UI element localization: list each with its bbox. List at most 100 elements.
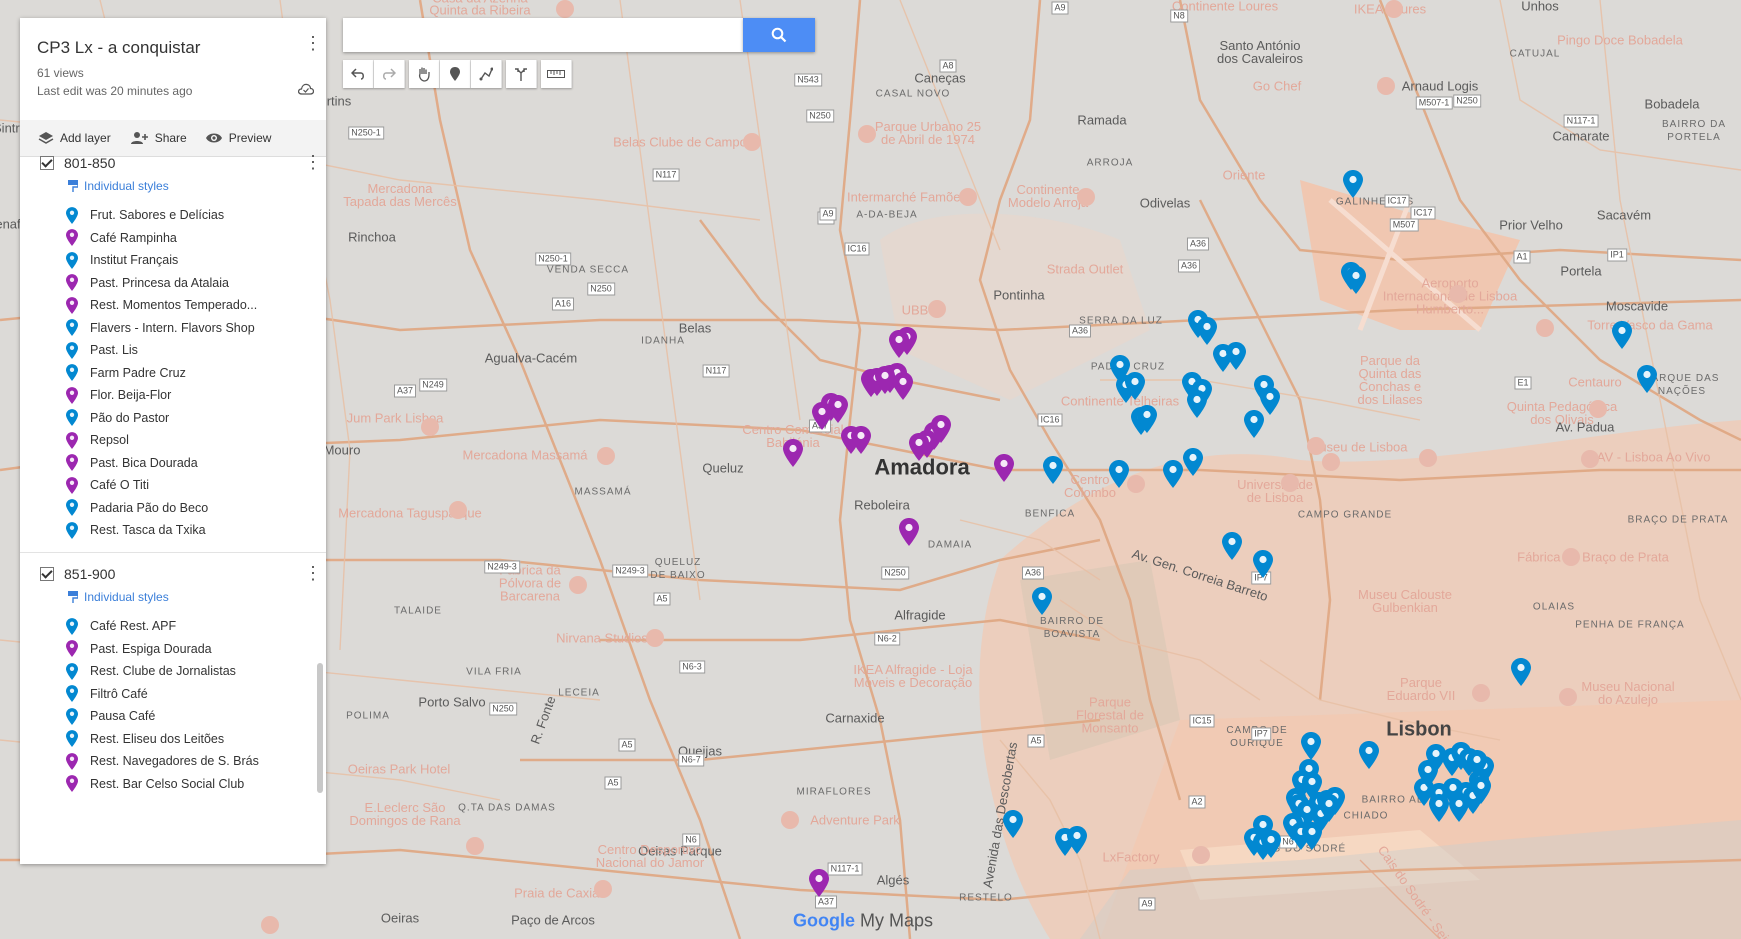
blue-map-pin[interactable]: [1429, 794, 1451, 824]
layer-options-menu-icon[interactable]: ⋮: [304, 564, 322, 582]
purple-map-pin[interactable]: [809, 869, 831, 899]
blue-map-pin[interactable]: [1418, 760, 1440, 790]
map-poi-icon[interactable]: [1559, 688, 1577, 706]
blue-map-pin[interactable]: [1244, 410, 1266, 440]
map-poi-icon[interactable]: [959, 188, 977, 206]
layer-list-item[interactable]: Café Rampinha: [66, 229, 177, 247]
blue-map-pin[interactable]: [1222, 532, 1244, 562]
layer-list-item[interactable]: Past. Lis: [66, 341, 138, 359]
purple-map-pin[interactable]: [893, 372, 915, 402]
add-marker-button[interactable]: [440, 60, 471, 88]
layer-options-menu-icon[interactable]: ⋮: [304, 153, 322, 171]
map-poi-icon[interactable]: [1377, 77, 1395, 95]
redo-button[interactable]: [374, 60, 405, 88]
layer-list-item[interactable]: Past. Princesa da Atalaia: [66, 274, 229, 292]
search-input[interactable]: [343, 18, 743, 52]
map-poi-icon[interactable]: [1385, 0, 1403, 18]
purple-map-pin[interactable]: [889, 330, 911, 360]
blue-map-pin[interactable]: [1125, 372, 1147, 402]
blue-map-pin[interactable]: [1471, 776, 1493, 806]
purple-map-pin[interactable]: [783, 439, 805, 469]
layer-list-item[interactable]: Past. Espiga Dourada: [66, 640, 212, 658]
map-poi-icon[interactable]: [261, 916, 279, 934]
blue-map-pin[interactable]: [1359, 741, 1381, 771]
blue-map-pin[interactable]: [1043, 456, 1065, 486]
blue-map-pin[interactable]: [1137, 405, 1159, 435]
blue-map-pin[interactable]: [1612, 321, 1634, 351]
blue-map-pin[interactable]: [1183, 448, 1205, 478]
map-poi-icon[interactable]: [1419, 449, 1437, 467]
map-poi-icon[interactable]: [1322, 453, 1340, 471]
layer-list-item[interactable]: Rest. Navegadores de S. Brás: [66, 752, 259, 770]
map-poi-icon[interactable]: [928, 300, 946, 318]
blue-map-pin[interactable]: [1343, 170, 1365, 200]
layer-list-item[interactable]: Flavers - Intern. Flavors Shop: [66, 319, 255, 337]
map-poi-icon[interactable]: [1472, 684, 1490, 702]
blue-map-pin[interactable]: [1253, 815, 1275, 845]
blue-map-pin[interactable]: [1319, 794, 1341, 824]
layer-list-item[interactable]: Institut Français: [66, 251, 178, 269]
layer-list-item[interactable]: Rest. Clube de Jornalistas: [66, 662, 236, 680]
layer-list-item[interactable]: Rest. Eliseu dos Leitões: [66, 730, 224, 748]
layer-list-item[interactable]: Flor. Beija-Flor: [66, 386, 171, 404]
map-poi-icon[interactable]: [597, 447, 615, 465]
blue-map-pin[interactable]: [1163, 460, 1185, 490]
layer-list-item[interactable]: Rest. Momentos Temperado...: [66, 296, 257, 314]
map-poi-icon[interactable]: [1581, 450, 1599, 468]
blue-map-pin[interactable]: [1346, 266, 1368, 296]
map-poi-icon[interactable]: [781, 811, 799, 829]
blue-map-pin[interactable]: [1511, 658, 1533, 688]
purple-map-pin[interactable]: [931, 415, 953, 445]
purple-map-pin[interactable]: [851, 426, 873, 456]
map-poi-icon[interactable]: [569, 576, 587, 594]
measure-button[interactable]: [541, 60, 572, 88]
layer-name[interactable]: 851-900: [64, 566, 115, 582]
draw-line-button[interactable]: [471, 60, 502, 88]
select-hand-button[interactable]: [409, 60, 440, 88]
purple-map-pin[interactable]: [899, 518, 921, 548]
map-poi-icon[interactable]: [1281, 474, 1299, 492]
blue-map-pin[interactable]: [1109, 460, 1131, 490]
layer-list-item[interactable]: Padaria Pão do Beco: [66, 499, 208, 517]
share-button[interactable]: Share: [129, 131, 187, 145]
add-layer-button[interactable]: Add layer: [38, 131, 111, 145]
map-poi-icon[interactable]: [743, 133, 761, 151]
purple-map-pin[interactable]: [909, 433, 931, 463]
map-poi-icon[interactable]: [858, 125, 876, 143]
blue-map-pin[interactable]: [1187, 390, 1209, 420]
blue-map-pin[interactable]: [1301, 732, 1323, 762]
layer-visibility-checkbox[interactable]: [40, 156, 54, 170]
layer-list-item[interactable]: Farm Padre Cruz: [66, 364, 186, 382]
layer-list-item[interactable]: Rest. Tasca da Txika: [66, 521, 206, 539]
map-title[interactable]: CP3 Lx - a conquistar: [37, 38, 200, 58]
blue-map-pin[interactable]: [1637, 365, 1659, 395]
map-poi-icon[interactable]: [646, 629, 664, 647]
preview-button[interactable]: Preview: [205, 131, 271, 145]
blue-map-pin[interactable]: [1032, 587, 1054, 617]
blue-map-pin[interactable]: [1253, 550, 1275, 580]
map-poi-icon[interactable]: [1077, 188, 1095, 206]
layer-list-item[interactable]: Filtrô Café: [66, 685, 148, 703]
map-poi-icon[interactable]: [1449, 285, 1467, 303]
map-poi-icon[interactable]: [1562, 548, 1580, 566]
map-poi-icon[interactable]: [421, 418, 439, 436]
blue-map-pin[interactable]: [1003, 810, 1025, 840]
layer-list-item[interactable]: Repsol: [66, 431, 129, 449]
individual-styles-link[interactable]: Individual styles: [68, 590, 169, 604]
layer-list-item[interactable]: Pão do Pastor: [66, 409, 169, 427]
layer-list-item[interactable]: Past. Bica Dourada: [66, 454, 198, 472]
layer-list-item[interactable]: Café O Titi: [66, 476, 149, 494]
map-poi-icon[interactable]: [1192, 846, 1210, 864]
map-poi-icon[interactable]: [1307, 437, 1325, 455]
layer-name[interactable]: 801-850: [64, 155, 115, 171]
purple-map-pin[interactable]: [812, 402, 834, 432]
map-poi-icon[interactable]: [1589, 400, 1607, 418]
layer-header[interactable]: 801-850: [40, 155, 115, 171]
blue-map-pin[interactable]: [1226, 342, 1248, 372]
individual-styles-link[interactable]: Individual styles: [68, 179, 169, 193]
map-poi-icon[interactable]: [594, 880, 612, 898]
layer-header[interactable]: 851-900: [40, 566, 115, 582]
panel-scrollbar[interactable]: [317, 663, 323, 793]
purple-map-pin[interactable]: [994, 454, 1016, 484]
layer-list-item[interactable]: Frut. Sabores e Delícias: [66, 206, 224, 224]
